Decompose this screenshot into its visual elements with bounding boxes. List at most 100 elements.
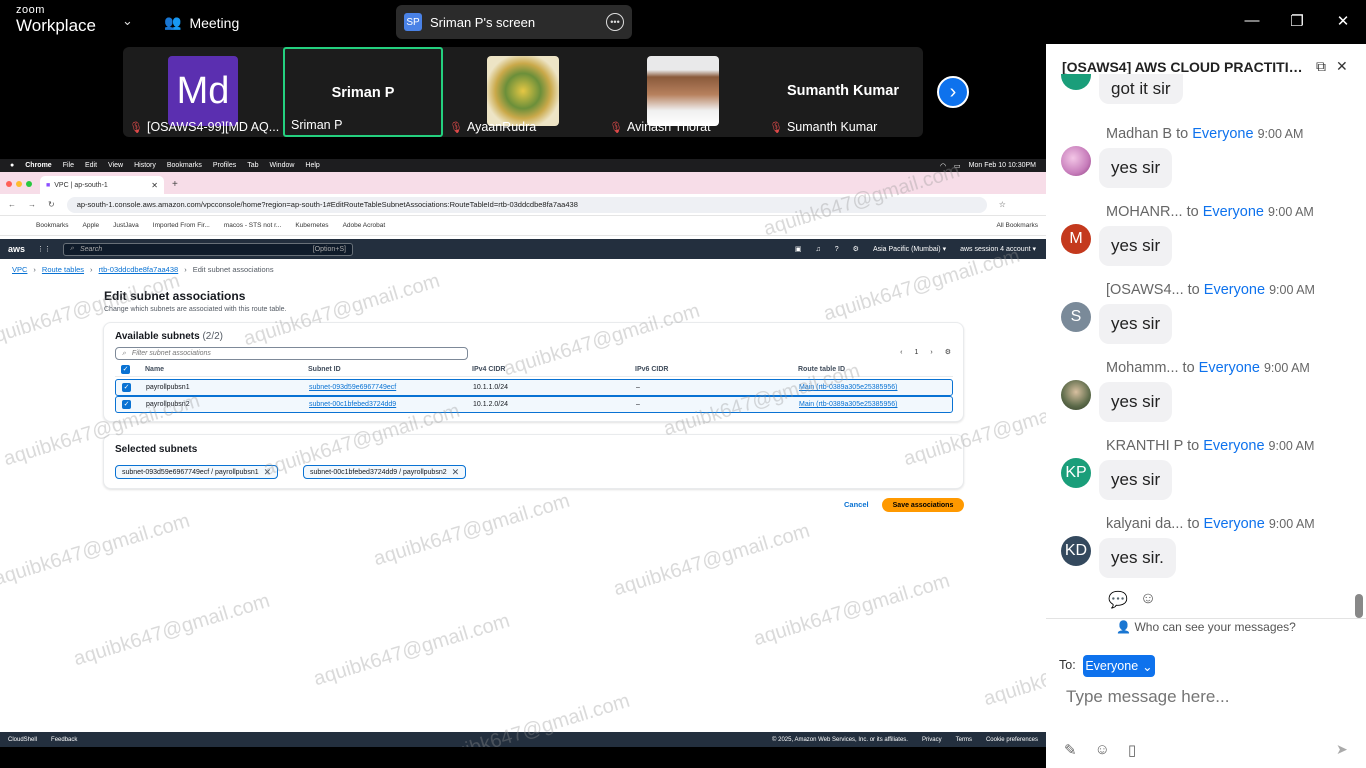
file-icon[interactable]: ▯ bbox=[1128, 741, 1136, 759]
message-header: Madhan B to Everyone 9:00 AM bbox=[1106, 126, 1304, 142]
participant-tile[interactable]: Md 🎙 [OSAWS4-99][MD AQ... bbox=[123, 47, 283, 137]
mac-clock: Mon Feb 10 10:30PM bbox=[968, 161, 1036, 169]
footer-feedback: Feedback bbox=[51, 736, 78, 743]
privacy-icon: 👤 bbox=[1116, 620, 1132, 634]
bookmark-item: JustJava bbox=[113, 222, 139, 229]
message-input[interactable] bbox=[1066, 687, 1346, 707]
next-page-arrow-icon[interactable]: › bbox=[937, 76, 969, 108]
participant-big-name: Sumanth Kumar bbox=[787, 83, 899, 99]
chevron-down-icon[interactable]: ⌄ bbox=[122, 13, 133, 29]
reply-thread-icon[interactable]: 💬 bbox=[1108, 590, 1128, 610]
footer-link: Terms bbox=[955, 736, 972, 743]
sender-name: [OSAWS4... bbox=[1106, 282, 1184, 298]
url-field: ap-south-1.console.aws.amazon.com/vpccon… bbox=[66, 196, 987, 213]
who-can-see-link[interactable]: 👤 Who can see your messages? bbox=[1046, 620, 1366, 634]
remove-token-icon: ✕ bbox=[263, 466, 272, 477]
message-header: kalyani da... to Everyone 9:00 AM bbox=[1106, 516, 1315, 532]
avatar: KD bbox=[1061, 536, 1091, 566]
wifi-icon: ◠ bbox=[939, 162, 947, 170]
message-bubble: yes sir bbox=[1099, 226, 1173, 266]
column-header: Subnet ID bbox=[308, 366, 341, 373]
token-label: subnet-093d59e6967749ecf / payrollpubsn1 bbox=[122, 468, 259, 476]
search-placeholder: Search bbox=[79, 245, 103, 253]
table-header: ✓ Name Subnet ID IPv4 CIDR IPv6 CIDR Rou… bbox=[115, 365, 953, 377]
search-shortcut: [Option+S] bbox=[312, 245, 347, 253]
message-bubble: got it sir bbox=[1099, 74, 1183, 104]
mac-menu-item: Bookmarks bbox=[166, 162, 202, 169]
route-table-link: Main (rtb-0389a305e25385956) bbox=[799, 384, 898, 391]
screen-share-pill[interactable]: SP Sriman P's screen ••• bbox=[396, 5, 632, 39]
meeting-label: Meeting bbox=[189, 14, 240, 31]
close-window-button[interactable]: ✕ bbox=[1333, 12, 1353, 30]
chat-toolbar: ✎ ☺ ▯ bbox=[1064, 741, 1136, 759]
close-tab-icon: ✕ bbox=[151, 180, 158, 190]
send-icon[interactable]: ➤ bbox=[1336, 741, 1348, 758]
mic-muted-icon: 🎙 bbox=[609, 121, 623, 134]
recipient-dropdown[interactable]: Everyone ⌄ bbox=[1083, 655, 1155, 677]
footer-link: Privacy bbox=[921, 736, 942, 743]
column-header: IPv4 CIDR bbox=[472, 366, 506, 373]
format-text-icon[interactable]: ✎ bbox=[1064, 741, 1077, 759]
page-subtitle: Change which subnets are associated with… bbox=[104, 306, 287, 313]
pagination: ‹ 1 › ⚙ bbox=[900, 348, 951, 357]
bookmark-item: macos - STS not r... bbox=[223, 222, 282, 229]
restore-button[interactable]: ❐ bbox=[1287, 12, 1307, 30]
mac-menu-item: Window bbox=[269, 162, 295, 169]
message-header: [OSAWS4... to Everyone 9:00 AM bbox=[1106, 282, 1315, 298]
mac-menu-item: Edit bbox=[84, 162, 98, 169]
ipv4-cidr: 10.1.1.0/24 bbox=[473, 384, 509, 391]
chat-scrollbar[interactable] bbox=[1355, 594, 1363, 618]
aws-logo: aws bbox=[8, 244, 26, 254]
emoji-icon[interactable]: ☺ bbox=[1095, 741, 1110, 759]
participant-name: AyaanRudra bbox=[466, 120, 537, 134]
aws-nav-bar: aws ⋮⋮ ⌕ Search [Option+S] ▣ ♫ ? ⚙ Asia … bbox=[0, 239, 1046, 259]
subnet-id-link: subnet-093d59e6967749ecf bbox=[309, 384, 397, 391]
pop-out-icon[interactable]: ⧉ bbox=[1316, 58, 1326, 75]
select-all-checkbox: ✓ bbox=[121, 365, 130, 374]
token-label: subnet-00c1bfebed3724dd9 / payrollpubsn2 bbox=[310, 468, 447, 476]
participant-tile[interactable]: 🎙 Avinash Thorat bbox=[603, 47, 763, 137]
message-time: 9:00 AM bbox=[1268, 517, 1315, 531]
mac-menu-item: History bbox=[134, 162, 156, 169]
participant-strip: Md 🎙 [OSAWS4-99][MD AQ... Sriman P Sriman… bbox=[123, 47, 923, 137]
message-bubble: yes sir. bbox=[1099, 538, 1176, 578]
page-title: Edit subnet associations bbox=[104, 289, 246, 303]
apple-icon: ● bbox=[10, 162, 15, 169]
participant-name: Sumanth Kumar bbox=[786, 120, 878, 134]
avatar bbox=[1061, 380, 1091, 410]
breadcrumb: VPC › Route tables › rtb-03ddcdbe8fa7aa438… bbox=[12, 265, 274, 274]
avatar: Md bbox=[168, 56, 238, 126]
message-header: KRANTHI P to Everyone 9:00 AM bbox=[1106, 438, 1315, 454]
to-label: To: bbox=[1059, 658, 1076, 672]
next-page-icon: › bbox=[930, 348, 933, 356]
bell-icon: ♫ bbox=[815, 245, 821, 253]
message-header: Mohamm... to Everyone 9:00 AM bbox=[1106, 360, 1310, 376]
participant-tile[interactable]: 🎙 AyaanRudra bbox=[443, 47, 603, 137]
minimize-button[interactable]: — bbox=[1242, 12, 1262, 29]
shared-screen: ● Chrome File Edit View History Bookmark… bbox=[0, 159, 1046, 747]
sender-name: KRANTHI P bbox=[1106, 438, 1184, 454]
add-reaction-icon[interactable]: ☺ bbox=[1140, 590, 1156, 610]
more-options-icon[interactable]: ••• bbox=[606, 13, 624, 31]
meeting-menu[interactable]: 👥 Meeting bbox=[164, 14, 239, 31]
close-chat-icon[interactable]: ✕ bbox=[1336, 58, 1348, 75]
column-header: Route table ID bbox=[798, 366, 846, 373]
panel-title: Available subnets bbox=[115, 331, 200, 342]
breadcrumb-current: Edit subnet associations bbox=[192, 265, 274, 274]
recipient-everyone: Everyone bbox=[1192, 126, 1254, 142]
chat-title: [OSAWS4] AWS CLOUD PRACTITION... bbox=[1062, 58, 1306, 75]
watermark: aquibk647@gmail.com bbox=[371, 489, 573, 571]
participant-tile-active[interactable]: Sriman P Sriman P bbox=[283, 47, 443, 137]
region-selector: Asia Pacific (Mumbai) ▾ bbox=[872, 246, 947, 253]
ipv6-cidr: – bbox=[636, 401, 640, 408]
filter-placeholder: Filter subnet associations bbox=[131, 350, 211, 357]
sender-name: kalyani da... bbox=[1106, 516, 1184, 532]
bookmark-star-icon: ☆ bbox=[998, 200, 1006, 209]
chat-panel: [OSAWS4] AWS CLOUD PRACTITION... ⧉ ✕ got… bbox=[1046, 44, 1366, 768]
avatar bbox=[647, 56, 719, 126]
mic-muted-icon: 🎙 bbox=[129, 121, 143, 134]
account-menu: aws session 4 account ▾ bbox=[960, 246, 1036, 253]
message-time: 9:00 AM bbox=[1269, 283, 1315, 297]
message-time: 9:00 AM bbox=[1257, 127, 1304, 141]
participant-tile[interactable]: Sumanth Kumar 🎙 Sumanth Kumar bbox=[763, 47, 923, 137]
